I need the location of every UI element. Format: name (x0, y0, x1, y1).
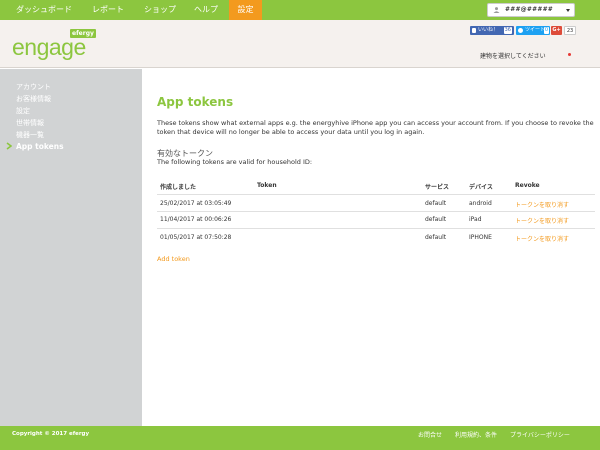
footer: Copyright © 2017 efergy お問合せ 利用規約、条件 プライ… (0, 426, 600, 450)
twitter-tweet-button[interactable]: ツイート 0 (516, 26, 550, 35)
footer-link-privacy[interactable]: プライバシーポリシー (510, 430, 570, 439)
row-3-revoke-link[interactable]: トークンを取り消す (515, 234, 569, 243)
google-plus-button[interactable]: G+ (551, 26, 562, 35)
nav-shop[interactable]: ショップ (136, 0, 184, 20)
building-select[interactable]: 建物を選択してください (480, 51, 571, 60)
nav-reports[interactable]: レポート (82, 0, 134, 20)
facebook-like-label: いいね！ (478, 27, 499, 33)
footer-link-contact[interactable]: お問合せ (418, 430, 442, 439)
row-1-revoke-link[interactable]: トークンを取り消す (515, 200, 569, 209)
sidebar-item-settings[interactable]: 設定 (16, 106, 30, 116)
thumbs-up-icon (472, 28, 476, 33)
table-divider (157, 194, 595, 195)
sidebar-item-account[interactable]: アカウント (16, 82, 51, 92)
google-plus-count: 23 (564, 26, 576, 35)
chevron-right-icon (6, 142, 12, 150)
copyright: Copyright © 2017 efergy (12, 431, 90, 437)
twitter-bird-icon (518, 28, 523, 33)
nav-dashboard[interactable]: ダッシュボード (8, 0, 80, 20)
col-created: 作成しました (160, 184, 197, 191)
page-title: App tokens (157, 95, 234, 109)
add-token-link[interactable]: Add token (157, 255, 190, 263)
row-2-device: iPad (469, 216, 482, 223)
sidebar-item-devices[interactable]: 機器一覧 (16, 130, 44, 140)
logo-badge: efergy (70, 29, 96, 38)
footer-link-terms[interactable]: 利用規約、条件 (455, 430, 497, 439)
col-service: サービス (425, 184, 450, 191)
status-dot-icon (568, 53, 571, 56)
row-3-service: default (425, 234, 447, 241)
row-3-created: 01/05/2017 at 07:50:28 (160, 234, 232, 241)
chevron-down-icon (566, 9, 570, 12)
building-select-label: 建物を選択してください (480, 53, 546, 60)
col-revoke: Revoke (515, 182, 540, 189)
facebook-like-button[interactable]: いいね！ 36 (470, 26, 514, 35)
row-3-device: IPHONE (469, 234, 492, 241)
row-1-created: 25/02/2017 at 03:05:49 (160, 200, 232, 207)
row-1-service: default (425, 200, 447, 207)
logo-text: engage (12, 34, 86, 60)
row-2-service: default (425, 216, 447, 223)
valid-tokens-subtext: The following tokens are valid for house… (157, 158, 313, 166)
row-2-revoke-link[interactable]: トークンを取り消す (515, 216, 569, 225)
nav-settings[interactable]: 設定 (229, 0, 262, 20)
user-icon (493, 7, 500, 13)
table-divider (157, 228, 595, 229)
logo[interactable]: engage efergy (12, 29, 102, 68)
sidebar-item-customer-info[interactable]: お客様情報 (16, 94, 51, 104)
col-token: Token (257, 182, 277, 189)
table-divider (157, 211, 595, 212)
col-device: デバイス (469, 184, 493, 191)
twitter-tweet-label: ツイート (525, 27, 546, 33)
sidebar-item-app-tokens[interactable]: App tokens (16, 142, 64, 151)
user-name: ###@##### (505, 6, 554, 13)
twitter-tweet-count: 0 (543, 27, 549, 34)
user-menu[interactable]: ###@##### (487, 3, 575, 17)
row-2-created: 11/04/2017 at 00:06:26 (160, 216, 232, 223)
sidebar-item-household[interactable]: 世帯情報 (16, 118, 44, 128)
nav-help[interactable]: ヘルプ (186, 0, 226, 20)
page-description: These tokens show what external apps e.g… (157, 119, 594, 136)
facebook-like-count: 36 (503, 27, 512, 34)
row-1-device: android (469, 200, 492, 207)
top-nav: ダッシュボード レポート ショップ ヘルプ 設定 ###@##### (0, 0, 600, 20)
